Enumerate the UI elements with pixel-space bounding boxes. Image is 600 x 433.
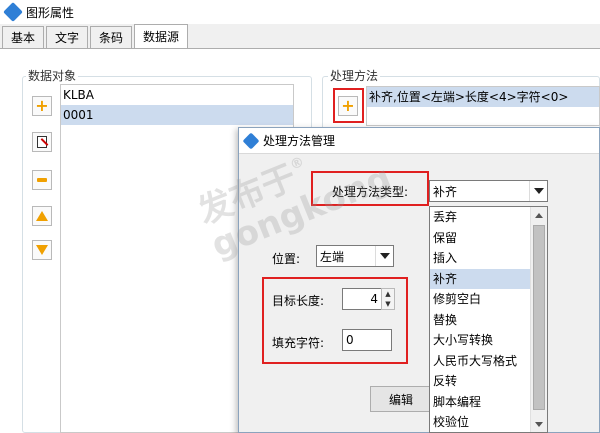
fill-label: 填充字符: xyxy=(272,336,325,350)
type-select[interactable]: 补齐 xyxy=(429,180,548,202)
window-title-bar: 图形属性 xyxy=(0,0,600,24)
app-icon xyxy=(242,132,260,149)
list-item[interactable]: 补齐,位置<左端>长度<4>字符<0> xyxy=(367,87,599,107)
position-select-value: 左端 xyxy=(320,249,345,264)
minus-icon xyxy=(37,178,47,182)
tab-basic[interactable]: 基本 xyxy=(2,26,45,48)
stepper-down-icon[interactable]: ▼ xyxy=(382,299,394,309)
data-objects-label: 数据对象 xyxy=(26,67,79,84)
highlight-box-type xyxy=(311,171,429,206)
length-label: 目标长度: xyxy=(272,294,325,308)
arrow-up-icon xyxy=(36,211,48,221)
scroll-up-icon[interactable] xyxy=(531,207,547,223)
dialog-title: 处理方法管理 xyxy=(263,134,336,148)
plus-icon: + xyxy=(35,96,49,115)
length-input[interactable]: 4 xyxy=(342,288,382,310)
processing-label: 处理方法 xyxy=(328,67,381,84)
add-data-object-button[interactable]: + xyxy=(32,96,52,116)
edit-icon xyxy=(37,136,47,148)
edit-button[interactable]: 编辑 xyxy=(370,386,432,412)
fill-input[interactable]: 0 xyxy=(342,329,392,351)
type-select-value: 补齐 xyxy=(433,184,458,199)
position-label: 位置: xyxy=(272,252,301,266)
tab-bar: 基本 文字 条码 数据源 xyxy=(0,24,189,48)
list-item[interactable]: KLBA xyxy=(61,85,293,105)
dropdown-scrollbar[interactable] xyxy=(530,207,547,432)
scrollbar-thumb[interactable] xyxy=(533,225,545,410)
window-title: 图形属性 xyxy=(26,5,75,20)
delete-data-object-button[interactable] xyxy=(32,170,52,190)
arrow-down-icon xyxy=(36,245,48,255)
dialog-title-bar: 处理方法管理 xyxy=(239,128,599,154)
stepper-up-icon[interactable]: ▲ xyxy=(382,289,394,299)
move-down-button[interactable] xyxy=(32,240,52,260)
chevron-down-icon[interactable] xyxy=(529,181,547,201)
tab-datasource[interactable]: 数据源 xyxy=(134,24,189,48)
type-dropdown-list[interactable]: 丢弃 保留 插入 补齐 修剪空白 替换 大小写转换 人民币大写格式 反转 脚本编… xyxy=(429,206,548,433)
length-stepper[interactable]: ▲ ▼ xyxy=(381,288,395,310)
processing-list[interactable]: 补齐,位置<左端>长度<4>字符<0> xyxy=(366,86,600,126)
position-select[interactable]: 左端 xyxy=(316,245,394,267)
chevron-down-icon[interactable] xyxy=(375,246,393,266)
list-item[interactable]: 0001 xyxy=(61,105,293,125)
scroll-down-icon[interactable] xyxy=(531,416,547,432)
tab-barcode[interactable]: 条码 xyxy=(90,26,133,48)
move-up-button[interactable] xyxy=(32,206,52,226)
highlight-box-add xyxy=(333,88,364,123)
edit-data-object-button[interactable] xyxy=(32,132,52,152)
app-icon xyxy=(3,2,23,22)
tab-text[interactable]: 文字 xyxy=(46,26,89,48)
